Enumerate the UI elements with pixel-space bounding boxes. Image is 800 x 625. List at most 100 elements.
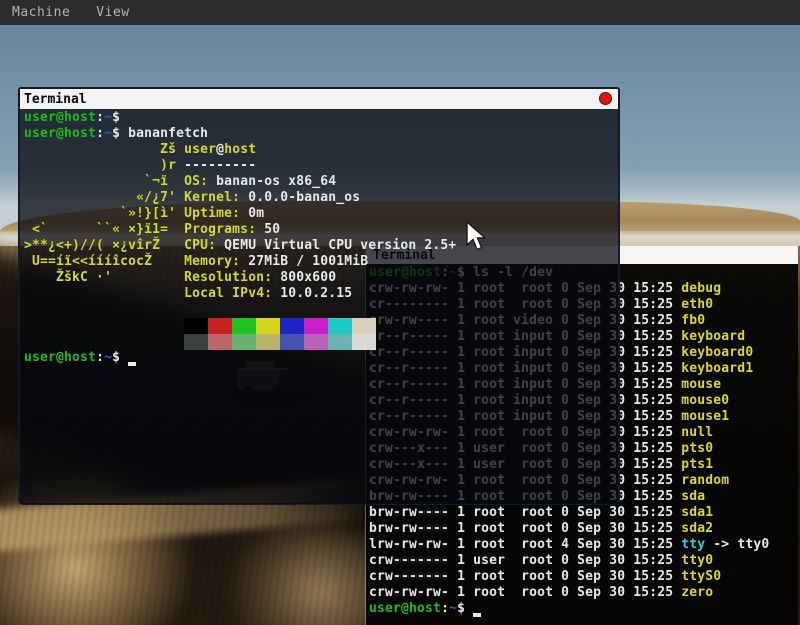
fetch-label: Uptime:	[184, 206, 240, 221]
ls-row: crw------- 1 user root 0 Sep 30 15:25 tt…	[369, 553, 798, 569]
ascii-art: >**¿<+)//( ×¿vîrŽ	[24, 238, 184, 253]
fetch-value: 800x600	[272, 270, 336, 285]
prompt-path: ~	[104, 126, 112, 141]
ascii-art: «/¿7'	[24, 190, 184, 205]
prompt-dollar: $	[112, 350, 128, 365]
file-name: mouse1	[681, 409, 729, 424]
palette-swatch	[304, 318, 328, 334]
file-name: pts0	[681, 441, 713, 456]
file-name: sda1	[681, 505, 713, 520]
palette-swatch	[208, 318, 232, 334]
menu-bar: Machine View	[0, 0, 800, 25]
terminal-cursor	[473, 602, 481, 617]
ascii-art: ŽškC ·'	[24, 270, 184, 285]
palette-swatch	[256, 318, 280, 334]
ls-row: lrw-rw-rw- 1 root root 4 Sep 30 15:25 tt…	[369, 537, 798, 553]
palette-swatch	[184, 334, 208, 350]
prompt-path: ~	[104, 350, 112, 365]
file-attributes: crw-rw-rw- 1 root root 0 Sep 30 15:25	[369, 585, 681, 600]
fetch-line: <` ``« ×}ï1= Programs: 50	[24, 222, 618, 238]
file-name: tty0	[681, 553, 713, 568]
file-name: random	[681, 473, 729, 488]
ascii-art: )r	[24, 158, 184, 173]
blank	[24, 302, 32, 317]
mouse-cursor-icon	[464, 221, 486, 253]
terminal1-titlebar[interactable]: Terminal	[20, 89, 618, 109]
file-attributes: lrw-rw-rw- 1 root root 4 Sep 30 15:25	[369, 537, 681, 552]
prompt-dollar: $	[112, 126, 128, 141]
palette-row	[24, 318, 618, 334]
prompt-colon: :	[441, 601, 449, 616]
prompt-user-host: user@host	[24, 110, 96, 125]
prompt-colon: :	[96, 126, 104, 141]
palette-swatch	[184, 318, 208, 334]
prompt-dollar: $	[112, 110, 128, 125]
menu-item-view[interactable]: View	[96, 5, 129, 20]
close-button[interactable]	[599, 92, 612, 105]
fetch-line: `»!}[ì' Uptime: 0m	[24, 206, 618, 222]
fetch-line: ŽškC ·' Resolution: 800x600	[24, 270, 618, 286]
file-attributes: brw-rw---- 1 root root 0 Sep 30 15:25	[369, 505, 681, 520]
fetch-line: `¬ï OS: banan-os x86_64	[24, 174, 618, 190]
file-name: debug	[681, 281, 721, 296]
prompt-colon: :	[96, 110, 104, 125]
file-attributes: brw-rw---- 1 root root 0 Sep 30 15:25	[369, 521, 681, 536]
vm-window: Machine View Terminal user@host:~$ ls -l…	[0, 0, 800, 625]
palette-swatch	[352, 318, 376, 334]
file-name: pts1	[681, 457, 713, 472]
fetch-value: 27MiB / 1001MiB	[240, 254, 368, 269]
palette-swatch	[280, 334, 304, 350]
ls-row: crw-rw-rw- 1 root root 0 Sep 30 15:25 ze…	[369, 585, 798, 601]
fetch-header-host: host	[224, 142, 256, 157]
file-name: zero	[681, 585, 713, 600]
terminal1-title: Terminal	[24, 92, 87, 107]
prompt-user-host: user@host	[24, 126, 96, 141]
terminal1-output[interactable]: user@host:~$ user@host:~$ bananfetch Zš …	[20, 109, 618, 504]
fetch-separator: ---------	[184, 158, 256, 173]
file-attributes: crw------- 1 root root 0 Sep 30 15:25	[369, 569, 681, 584]
file-name: sda2	[681, 521, 713, 536]
palette-swatch	[328, 334, 352, 350]
prompt-user-host: user@host	[24, 350, 96, 365]
prompt-path: ~	[104, 110, 112, 125]
fetch-value: 0.0.0-banan_os	[240, 190, 360, 205]
blank-line	[24, 302, 618, 318]
fetch-label: OS:	[184, 174, 208, 189]
prompt-line: user@host:~$	[369, 601, 798, 617]
file-name: tty	[681, 537, 705, 552]
ascii-art: `¬ï	[24, 174, 184, 189]
prompt-user-host: user@host	[369, 601, 441, 616]
fetch-value: 0m	[240, 206, 264, 221]
menu-item-machine[interactable]: Machine	[12, 5, 70, 20]
fetch-header-at: @	[216, 142, 224, 157]
fetch-line: Local IPv4: 10.0.2.15	[24, 286, 618, 302]
palette-indent	[24, 318, 184, 333]
fetch-line: «/¿7' Kernel: 0.0.0-banan_os	[24, 190, 618, 206]
symlink-target: -> tty0	[705, 537, 769, 552]
file-name: mouse	[681, 377, 721, 392]
palette-swatch	[256, 334, 280, 350]
file-name: keyboard1	[681, 361, 753, 376]
palette-swatch	[328, 318, 352, 334]
terminal-window-bananfetch[interactable]: Terminal user@host:~$ user@host:~$ banan…	[18, 87, 620, 505]
palette-swatch	[280, 318, 304, 334]
fetch-line: >**¿<+)//( ×¿vîrŽ CPU: QEMU Virtual CPU …	[24, 238, 618, 254]
ascii-art: <` ``« ×}ï1=	[24, 222, 184, 237]
fetch-label: Local IPv4:	[184, 286, 272, 301]
palette-swatch	[232, 318, 256, 334]
command-line: user@host:~$ bananfetch	[24, 126, 618, 142]
palette-swatch	[304, 334, 328, 350]
ascii-art: U==íï<<íííîcocŽ	[24, 254, 184, 269]
ls-row: brw-rw---- 1 root root 0 Sep 30 15:25 sd…	[369, 505, 798, 521]
fetch-line: Zš user@host	[24, 142, 618, 158]
palette-swatch	[232, 334, 256, 350]
fetch-value: banan-os x86_64	[208, 174, 336, 189]
file-name: ttyS0	[681, 569, 721, 584]
palette-indent	[24, 334, 184, 349]
file-name: eth0	[681, 297, 713, 312]
fetch-label: CPU:	[184, 238, 216, 253]
ls-row: crw------- 1 root root 0 Sep 30 15:25 tt…	[369, 569, 798, 585]
file-name: fb0	[681, 313, 705, 328]
file-name: null	[681, 425, 713, 440]
terminal-cursor	[128, 351, 136, 366]
